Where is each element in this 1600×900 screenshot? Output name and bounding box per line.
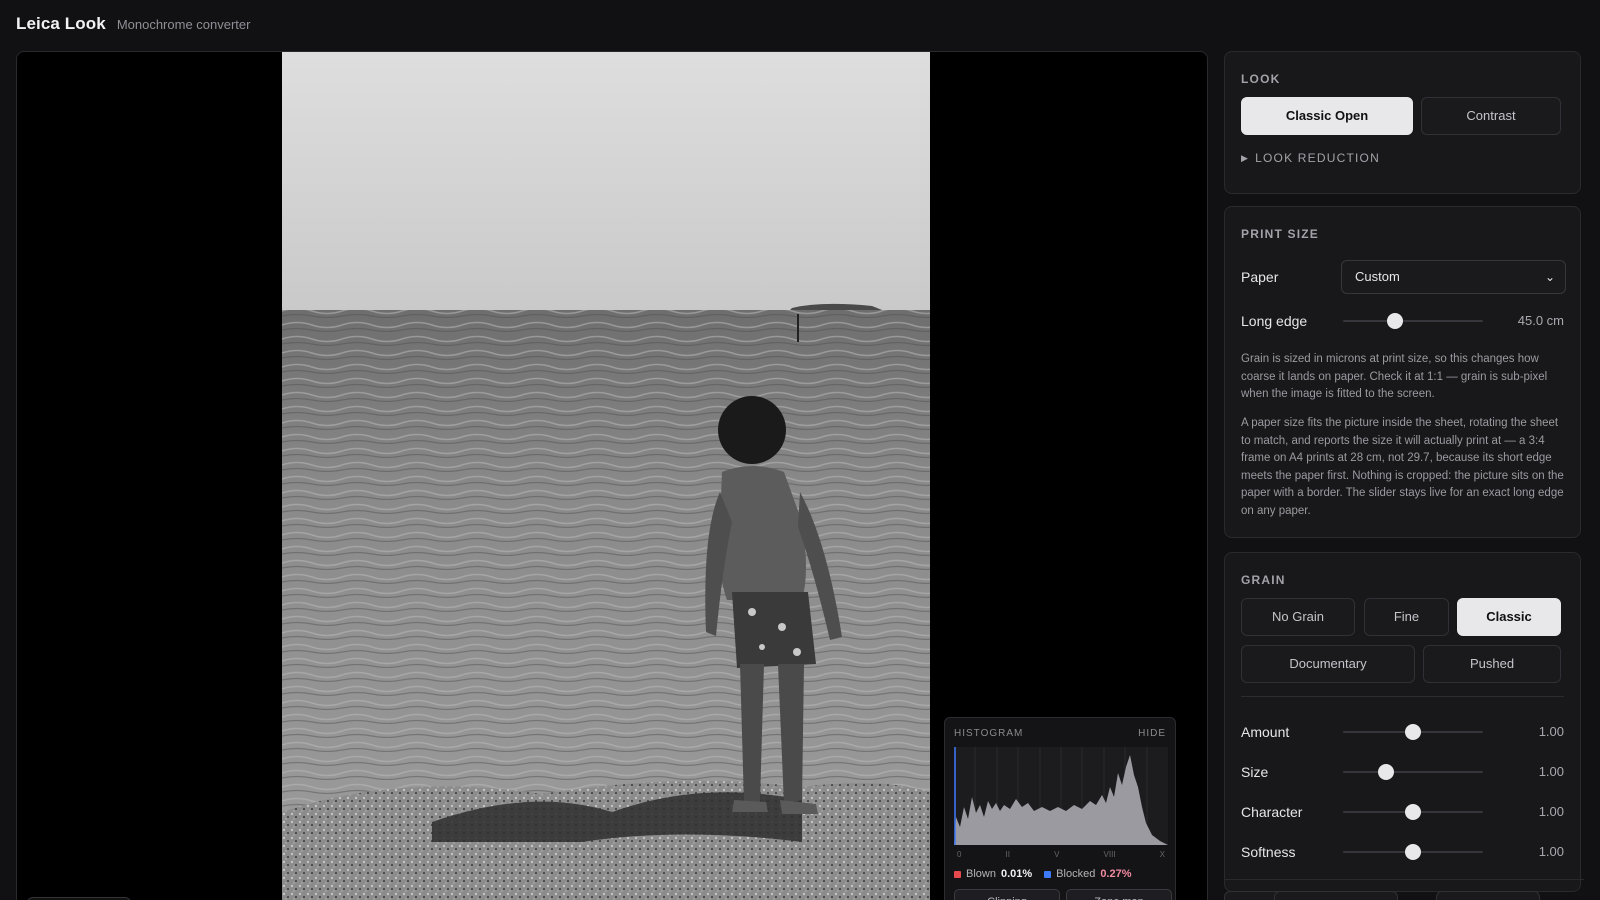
slider-thumb[interactable] <box>1378 764 1395 780</box>
blocked-label: Blocked <box>1056 868 1096 880</box>
blocked-value: 0.27% <box>1100 868 1132 880</box>
character-label: Character <box>1241 804 1303 820</box>
softness-value: 1.00 <box>1538 844 1564 859</box>
grain-panel: GRAIN No Grain Fine Classic Documentary … <box>1224 552 1581 892</box>
slider-thumb[interactable] <box>1405 724 1421 740</box>
character-slider[interactable] <box>1343 802 1483 822</box>
clipping-button[interactable]: Clipping <box>954 889 1060 900</box>
slider-thumb[interactable] <box>1386 313 1403 329</box>
size-slider[interactable] <box>1343 762 1483 782</box>
print-size-title: PRINT SIZE <box>1241 227 1320 241</box>
zone-tick: V <box>1054 850 1060 859</box>
grain-title: GRAIN <box>1241 573 1286 587</box>
slider-track <box>1343 771 1483 773</box>
grain-classic-button[interactable]: Classic <box>1457 598 1561 636</box>
paper-select-value: Custom <box>1355 269 1400 284</box>
zone-tick: II <box>1005 850 1010 859</box>
look-classic-open-button[interactable]: Classic Open <box>1241 97 1413 135</box>
slider-track <box>1343 320 1483 322</box>
clipping-stats: Blown 0.01% Blocked 0.27% <box>954 868 1132 880</box>
grain-fine-button[interactable]: Fine <box>1364 598 1449 636</box>
long-edge-slider[interactable] <box>1343 311 1483 331</box>
footer-button[interactable] <box>1274 891 1398 900</box>
amount-value: 1.00 <box>1538 724 1564 739</box>
size-label: Size <box>1241 764 1269 780</box>
amount-slider[interactable] <box>1343 722 1483 742</box>
monochrome-photo <box>282 52 930 900</box>
app-header: Leica Look Monochrome converter <box>16 14 250 40</box>
print-size-panel: PRINT SIZE Paper Custom ⌄ Long edge 45.0… <box>1224 206 1581 538</box>
slider-thumb[interactable] <box>1405 804 1421 820</box>
chevron-down-icon: ⌄ <box>1544 270 1555 284</box>
look-reduction-toggle[interactable]: ▶ LOOK REDUCTION <box>1241 151 1380 165</box>
character-value: 1.00 <box>1538 804 1564 819</box>
zone-map-button[interactable]: Zone map <box>1066 889 1172 900</box>
zone-tick: X <box>1159 850 1165 859</box>
look-contrast-button[interactable]: Contrast <box>1421 97 1561 135</box>
zone-tick: 0 <box>957 850 962 859</box>
blocked-swatch-icon <box>1044 870 1052 878</box>
grain-pushed-button[interactable]: Pushed <box>1423 645 1561 683</box>
paper-size-description: A paper size fits the picture inside the… <box>1241 417 1564 517</box>
long-edge-label: Long edge <box>1241 313 1308 329</box>
look-panel: LOOK Classic Open Contrast ▶ LOOK REDUCT… <box>1224 51 1581 194</box>
blocked-stat: Blocked 0.27% <box>1044 868 1132 880</box>
look-title: LOOK <box>1241 72 1281 86</box>
blown-swatch-icon <box>954 870 961 878</box>
app-title: Leica Look <box>16 14 106 33</box>
grain-documentary-button[interactable]: Documentary <box>1241 645 1415 683</box>
softness-label: Softness <box>1241 844 1296 860</box>
amount-label: Amount <box>1241 724 1290 740</box>
blown-stat: Blown 0.01% <box>954 868 1032 880</box>
blown-label: Blown <box>966 868 996 880</box>
look-reduction-label: LOOK REDUCTION <box>1255 151 1380 165</box>
footer-button[interactable] <box>1436 891 1540 900</box>
panel-footer-divider <box>1224 879 1584 880</box>
long-edge-value: 45.0 cm <box>1517 313 1564 328</box>
disclosure-triangle-icon: ▶ <box>1241 152 1250 163</box>
softness-slider[interactable] <box>1343 842 1483 862</box>
histogram-panel: HISTOGRAM HIDE 0 II V VIII X Blown 0.01% <box>944 717 1176 900</box>
slider-thumb[interactable] <box>1405 844 1421 860</box>
paper-select[interactable]: Custom ⌄ <box>1341 260 1566 294</box>
grain-size-description: Grain is sized in microns at print size,… <box>1241 353 1548 400</box>
blown-value: 0.01% <box>1000 868 1033 880</box>
size-value: 1.00 <box>1538 764 1564 779</box>
histogram-plot <box>954 747 1168 845</box>
grain-no-grain-button[interactable]: No Grain <box>1241 598 1355 636</box>
histogram-title: HISTOGRAM <box>954 728 1024 739</box>
zone-tick: VIII <box>1103 850 1116 859</box>
histogram-zone-ticks: 0 II V VIII X <box>957 850 1165 859</box>
grain-divider <box>1241 696 1564 697</box>
paper-label: Paper <box>1241 269 1279 285</box>
app-subtitle: Monochrome converter <box>116 17 251 32</box>
photo-preview[interactable] <box>282 52 930 900</box>
histogram-hide-button[interactable]: HIDE <box>1138 728 1166 739</box>
